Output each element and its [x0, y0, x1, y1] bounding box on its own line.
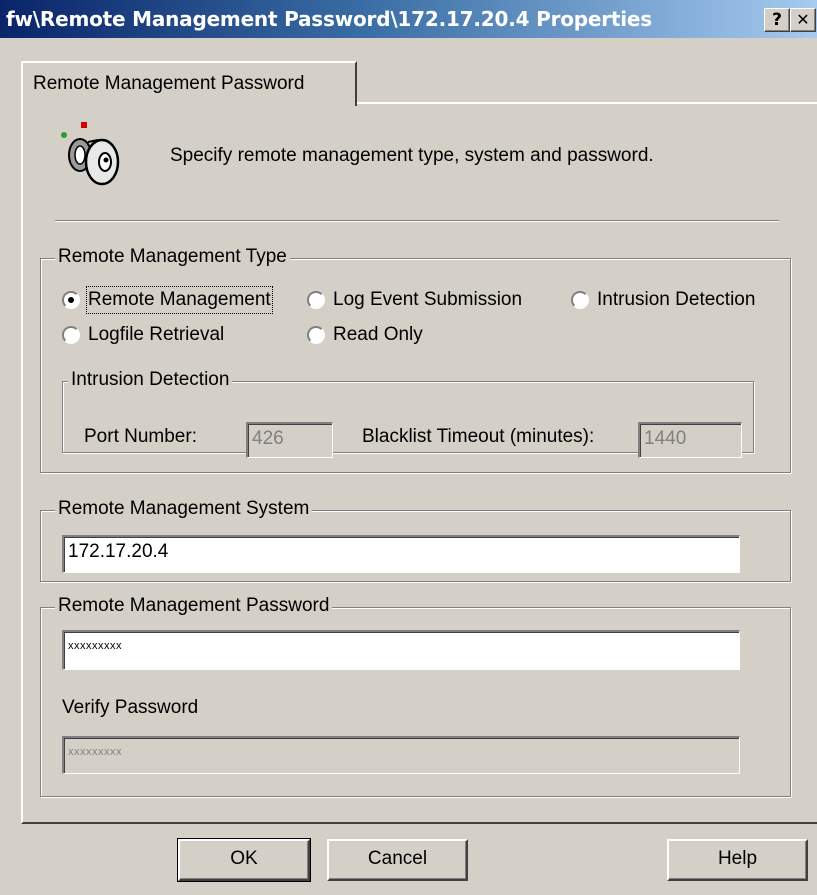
close-button[interactable]: ✕: [790, 8, 816, 32]
radio-label: Read Only: [333, 324, 423, 345]
help-title-button[interactable]: ?: [764, 8, 790, 32]
port-number-field[interactable]: 426: [246, 422, 333, 458]
key-icon: [61, 122, 120, 186]
title-bar[interactable]: fw\Remote Management Password\172.17.20.…: [0, 0, 817, 38]
verify-password-input[interactable]: xxxxxxxxx: [62, 736, 740, 774]
tab-label: Remote Management Password: [33, 73, 305, 94]
radio-selected-dot: [68, 297, 74, 303]
radio-circle: [307, 291, 325, 309]
help-button[interactable]: Help: [667, 839, 808, 881]
blacklist-timeout-field[interactable]: 1440: [638, 422, 742, 458]
password-input[interactable]: xxxxxxxxx: [62, 630, 740, 670]
cancel-button[interactable]: Cancel: [327, 839, 468, 881]
radio-label: Logfile Retrieval: [88, 324, 225, 345]
radio-remote-management[interactable]: Remote Management: [62, 286, 297, 314]
verify-password-label: Verify Password: [62, 697, 199, 718]
radio-circle: [62, 291, 80, 309]
radio-intrusion-detection[interactable]: Intrusion Detection: [571, 288, 786, 312]
radio-read-only[interactable]: Read Only: [307, 323, 477, 347]
ok-button[interactable]: OK: [177, 838, 311, 882]
group-label: Intrusion Detection: [68, 369, 233, 391]
separator: [55, 220, 779, 222]
group-label: Remote Management Type: [55, 246, 290, 268]
group-label: Remote Management System: [55, 498, 313, 520]
radio-circle: [307, 326, 325, 344]
radio-label: Log Event Submission: [333, 289, 523, 310]
blacklist-timeout-label: Blacklist Timeout (minutes):: [362, 426, 595, 447]
radio-circle: [62, 326, 80, 344]
radio-log-event-submission[interactable]: Log Event Submission: [307, 288, 557, 312]
system-address-input[interactable]: 172.17.20.4: [62, 535, 740, 573]
radio-label: Remote Management: [86, 286, 273, 314]
window-title: fw\Remote Management Password\172.17.20.…: [6, 7, 652, 31]
radio-label: Intrusion Detection: [597, 289, 756, 310]
radio-logfile-retrieval[interactable]: Logfile Retrieval: [62, 323, 282, 347]
tab-remote-management-password[interactable]: Remote Management Password: [21, 61, 357, 106]
radio-circle: [571, 291, 589, 309]
properties-dialog: fw\Remote Management Password\172.17.20.…: [0, 0, 817, 895]
port-number-label: Port Number:: [84, 426, 197, 447]
group-label: Remote Management Password: [55, 595, 333, 617]
dialog-description: Specify remote management type, system a…: [170, 145, 654, 166]
